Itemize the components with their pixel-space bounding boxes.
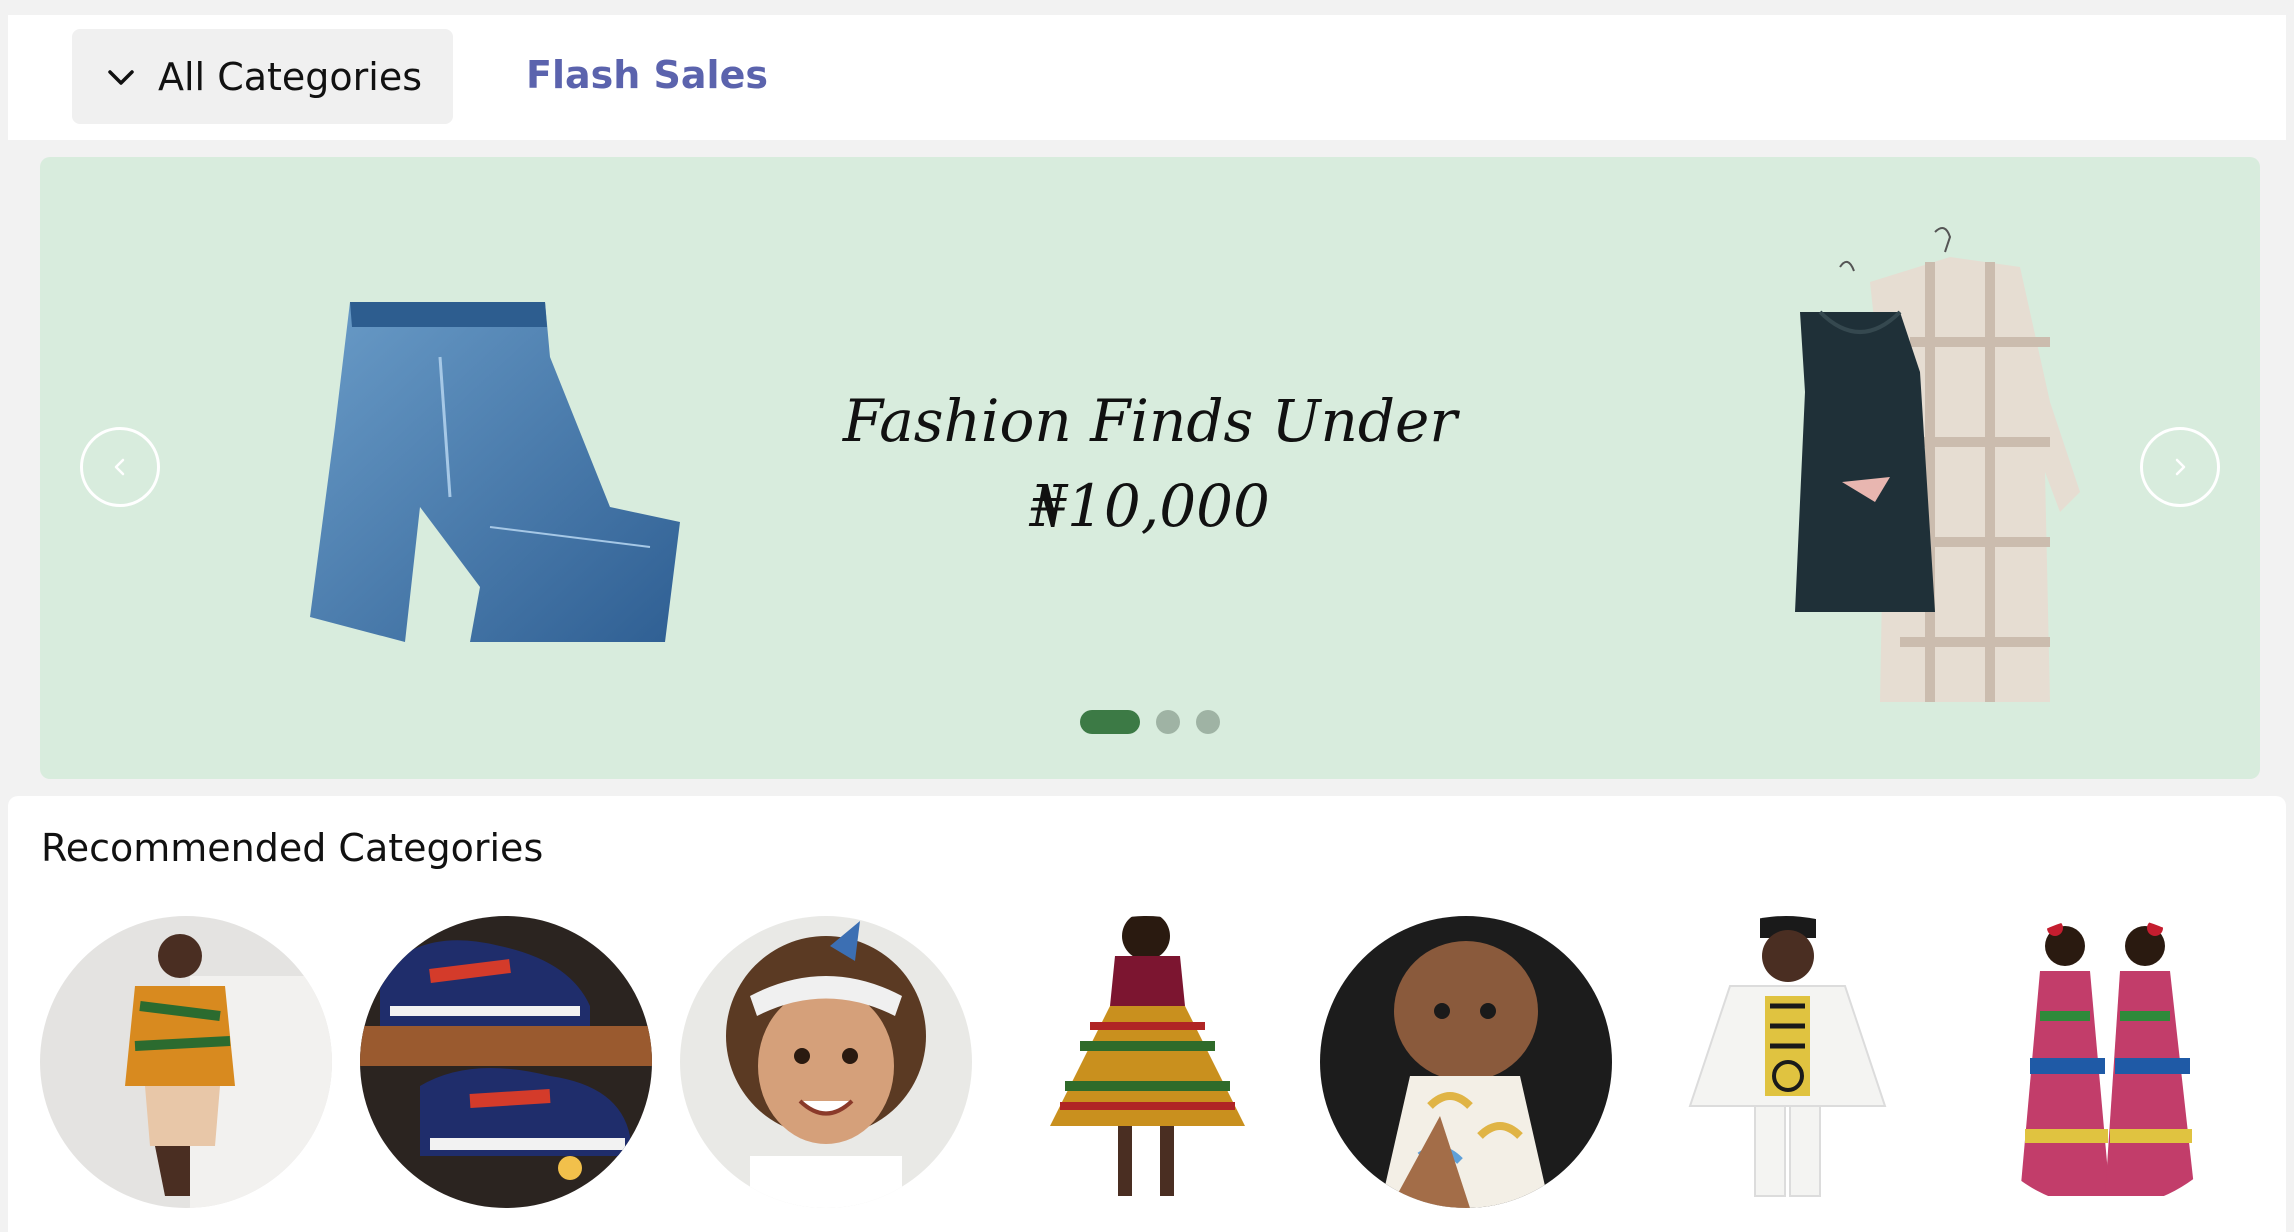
chevron-right-icon [2175, 458, 2186, 476]
category-item-girls-traditional[interactable] [1960, 916, 2252, 1208]
category-list [40, 916, 2280, 1208]
all-categories-label: All Categories [158, 54, 423, 99]
hero-title: Fashion Finds Under [842, 387, 1458, 455]
all-categories-button[interactable]: All Categories [72, 29, 453, 124]
category-item-boys-jacket[interactable] [40, 916, 332, 1208]
page: All Categories Flash Sales Fashion Finds… [0, 0, 2294, 1232]
chevron-down-icon [106, 62, 136, 92]
carousel-dot[interactable] [1156, 710, 1180, 734]
carousel-dot[interactable] [1196, 710, 1220, 734]
girl-dress-image [1000, 916, 1292, 1208]
category-item-girls-accessories[interactable] [680, 916, 972, 1208]
category-item-kids-sneakers[interactable] [360, 916, 652, 1208]
flash-sales-link[interactable]: Flash Sales [526, 53, 768, 97]
category-item-boys-traditional[interactable] [1640, 916, 1932, 1208]
sneakers-image [360, 916, 652, 1208]
carousel-prev-button[interactable] [80, 427, 160, 507]
boy-jacket-image [40, 916, 332, 1208]
carousel-dot[interactable] [1080, 710, 1140, 734]
top-nav: All Categories Flash Sales [8, 15, 2286, 140]
category-item-girls-dresses[interactable] [1000, 916, 1292, 1208]
carousel-indicators [1080, 710, 1236, 734]
boy-agbada-image [1640, 916, 1932, 1208]
girl-headband-image [680, 916, 972, 1208]
category-item-baby-clothing[interactable] [1320, 916, 1612, 1208]
baby-image [1320, 916, 1612, 1208]
recommended-heading: Recommended Categories [41, 826, 544, 870]
hero-banner: Fashion Finds Under ₦10,000 [40, 157, 2260, 779]
hero-price: ₦10,000 [1030, 472, 1270, 540]
chevron-left-icon [114, 458, 125, 476]
recommended-categories-section: Recommended Categories [8, 796, 2286, 1232]
girls-ankara-image [1960, 916, 2252, 1208]
carousel-next-button[interactable] [2140, 427, 2220, 507]
